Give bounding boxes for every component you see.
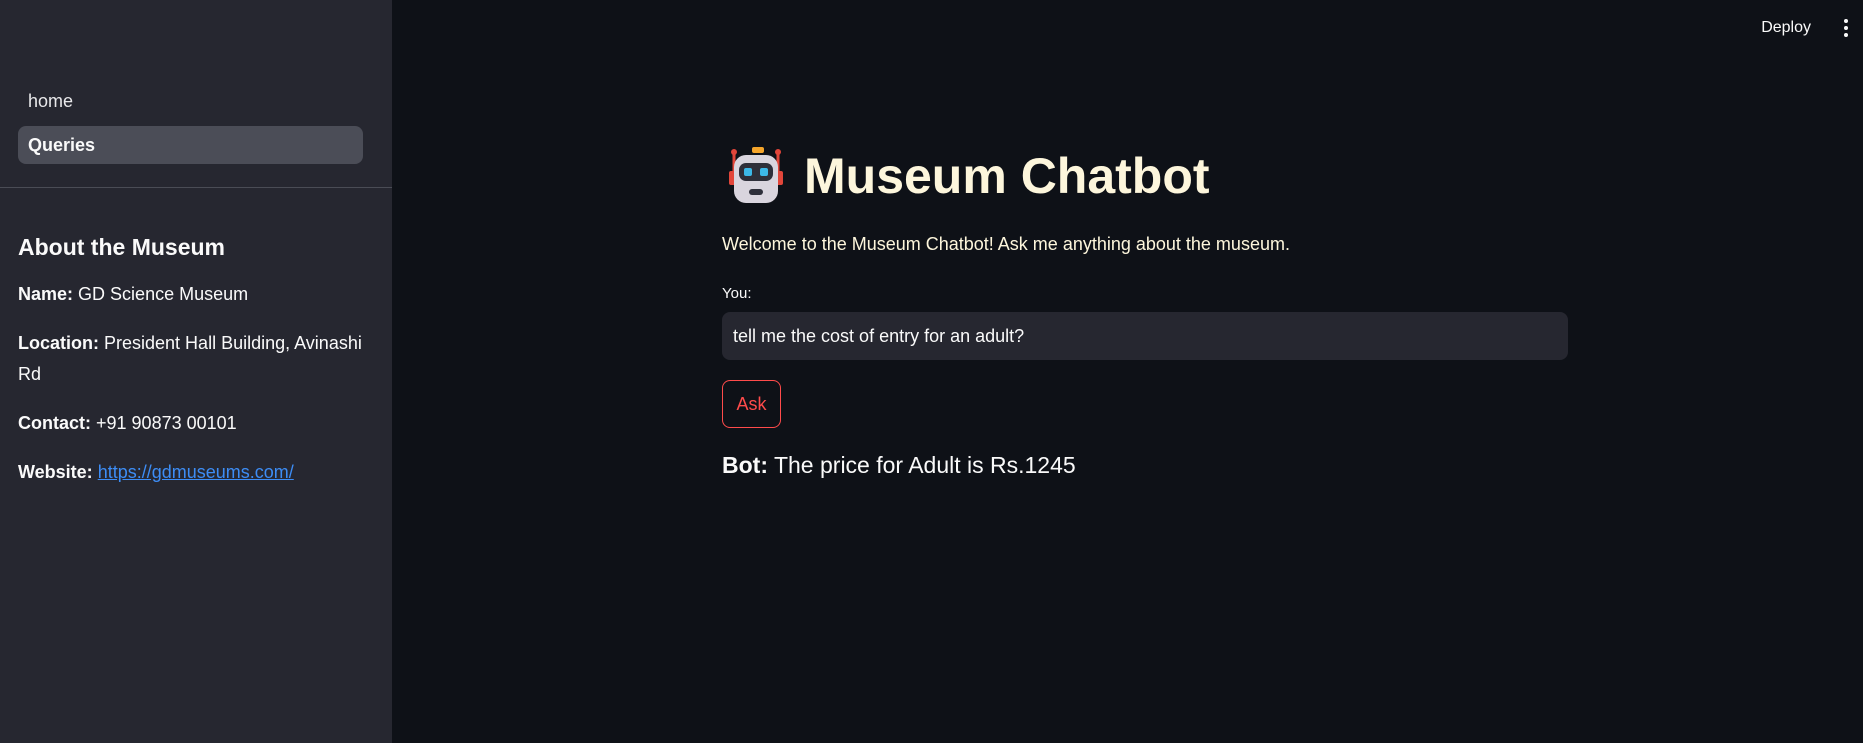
bot-label: Bot: (722, 452, 768, 478)
website-link[interactable]: https://gdmuseums.com/ (98, 462, 294, 482)
app: home Queries About the Museum Name: GD S… (0, 0, 1863, 743)
website-label: Website: (18, 462, 93, 482)
question-input[interactable]: tell me the cost of entry for an adult? (722, 312, 1568, 360)
about-heading: About the Museum (18, 234, 225, 260)
ask-button[interactable]: Ask (722, 380, 781, 428)
input-label: You: (722, 285, 752, 302)
welcome-text: Welcome to the Museum Chatbot! Ask me an… (722, 234, 1290, 254)
contact-label: Contact: (18, 413, 91, 433)
about-contact: Contact: +91 90873 00101 (18, 408, 368, 439)
deploy-button[interactable]: Deploy (1761, 19, 1811, 37)
bot-response-text: The price for Adult is Rs.1245 (773, 452, 1076, 478)
sidebar-divider (0, 187, 392, 188)
page-title-row: Museum Chatbot (722, 140, 1568, 212)
main-area: Deploy Museum Chatbot Welcome to the Mus… (392, 0, 1863, 743)
about-location: Location: President Hall Building, Avina… (18, 328, 368, 390)
name-value: GD Science Museum (78, 284, 249, 304)
sidebar-nav: home Queries (18, 82, 363, 170)
about-website: Website: https://gdmuseums.com/ (18, 457, 368, 488)
location-label: Location: (18, 333, 99, 353)
robot-icon (729, 147, 783, 203)
top-bar: Deploy (1761, 14, 1863, 42)
contact-value: +91 90873 00101 (96, 413, 237, 433)
about-name: Name: GD Science Museum (18, 279, 368, 310)
bot-response: Bot: The price for Adult is Rs.1245 (722, 452, 1568, 479)
sidebar: home Queries About the Museum Name: GD S… (0, 0, 392, 743)
sidebar-item-queries[interactable]: Queries (18, 126, 363, 164)
chat-content: Museum Chatbot Welcome to the Museum Cha… (722, 140, 1568, 479)
about-section: About the Museum Name: GD Science Museum… (18, 234, 368, 506)
page-title: Museum Chatbot (804, 148, 1210, 204)
name-label: Name: (18, 284, 74, 304)
kebab-menu-icon[interactable] (1835, 16, 1857, 40)
sidebar-item-home[interactable]: home (18, 82, 363, 120)
